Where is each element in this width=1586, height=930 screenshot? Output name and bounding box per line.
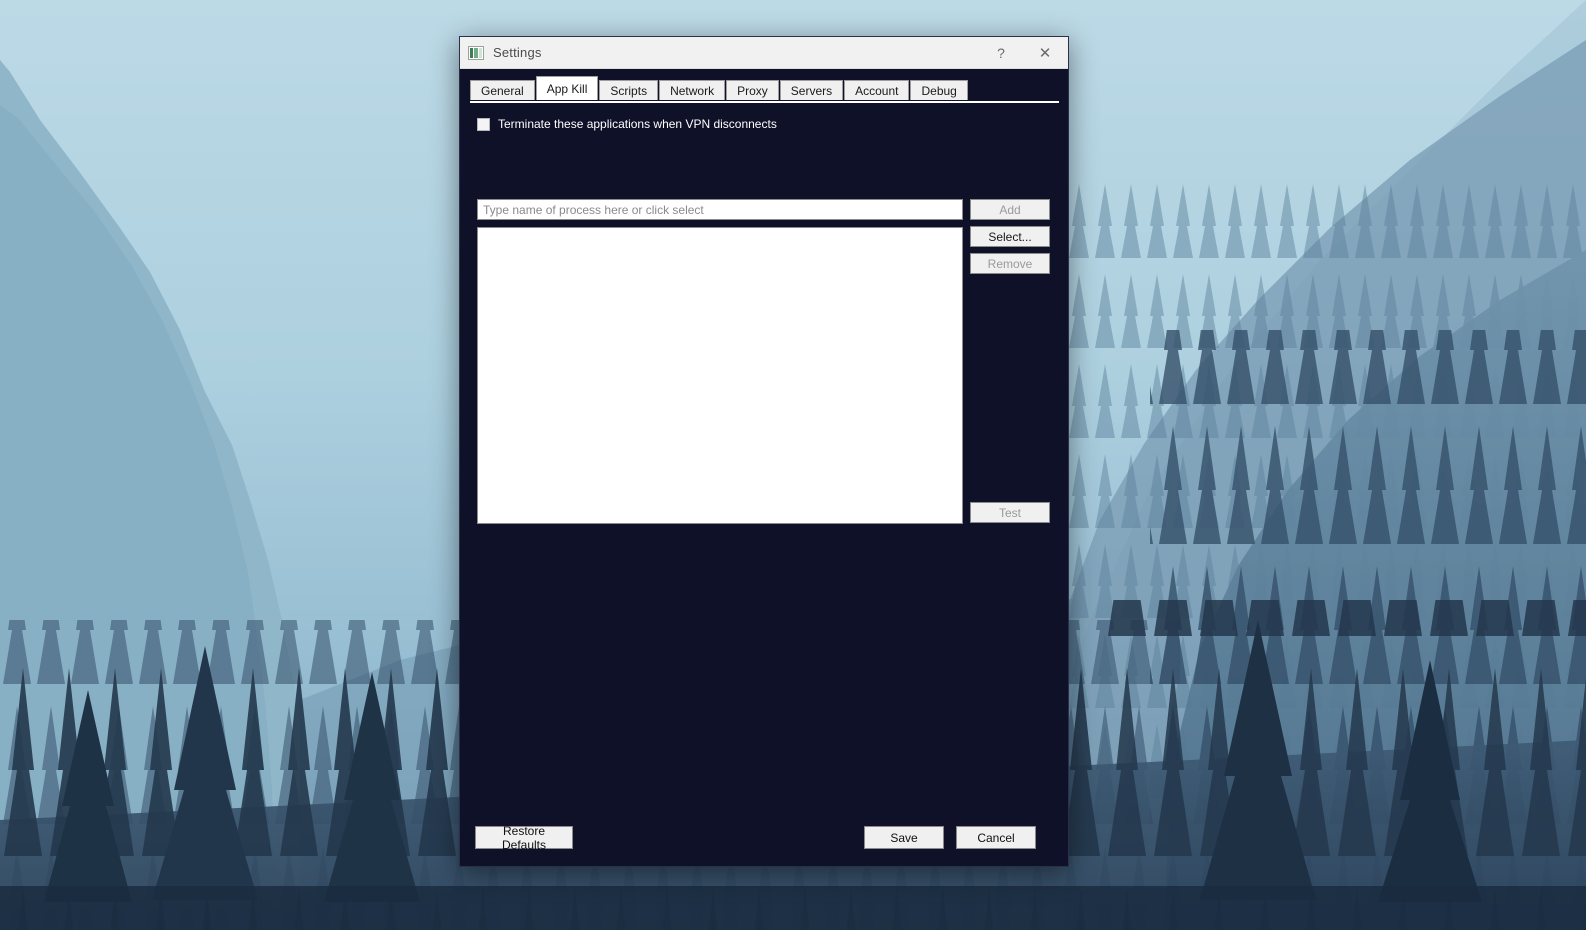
test-button[interactable]: Test bbox=[970, 502, 1050, 523]
settings-dialog: Settings ? ✕ General App Kill Scripts Ne… bbox=[459, 36, 1069, 867]
close-icon[interactable]: ✕ bbox=[1024, 37, 1066, 69]
tab-general[interactable]: General bbox=[470, 80, 535, 100]
desktop-background: Settings ? ✕ General App Kill Scripts Ne… bbox=[0, 0, 1586, 930]
restore-defaults-button[interactable]: Restore Defaults bbox=[475, 824, 573, 852]
app-window-icon bbox=[468, 45, 484, 60]
app-kill-panel: Terminate these applications when VPN di… bbox=[460, 103, 1068, 866]
process-name-input[interactable] bbox=[477, 199, 963, 220]
save-button[interactable]: Save bbox=[864, 826, 944, 849]
tab-servers[interactable]: Servers bbox=[779, 80, 844, 100]
window-title: Settings bbox=[493, 45, 542, 60]
terminate-apps-checkbox[interactable] bbox=[477, 117, 490, 131]
tab-bar: General App Kill Scripts Network Proxy S… bbox=[460, 76, 1068, 103]
tab-app-kill[interactable]: App Kill bbox=[535, 76, 599, 100]
tab-account[interactable]: Account bbox=[844, 80, 910, 100]
terminate-apps-row[interactable]: Terminate these applications when VPN di… bbox=[477, 117, 777, 131]
cancel-button[interactable]: Cancel bbox=[956, 826, 1036, 849]
add-button[interactable]: Add bbox=[970, 199, 1050, 220]
help-icon[interactable]: ? bbox=[980, 37, 1022, 69]
tab-network[interactable]: Network bbox=[659, 80, 726, 100]
tab-scripts[interactable]: Scripts bbox=[599, 80, 659, 100]
window-titlebar[interactable]: Settings ? ✕ bbox=[460, 37, 1068, 69]
tab-proxy[interactable]: Proxy bbox=[726, 80, 779, 100]
remove-button[interactable]: Remove bbox=[970, 253, 1050, 274]
terminate-apps-label: Terminate these applications when VPN di… bbox=[498, 117, 777, 131]
dialog-footer: Restore Defaults Save Cancel bbox=[460, 810, 1068, 866]
tab-debug[interactable]: Debug bbox=[910, 80, 968, 100]
select-button[interactable]: Select... bbox=[970, 226, 1050, 247]
process-list[interactable] bbox=[477, 227, 963, 524]
